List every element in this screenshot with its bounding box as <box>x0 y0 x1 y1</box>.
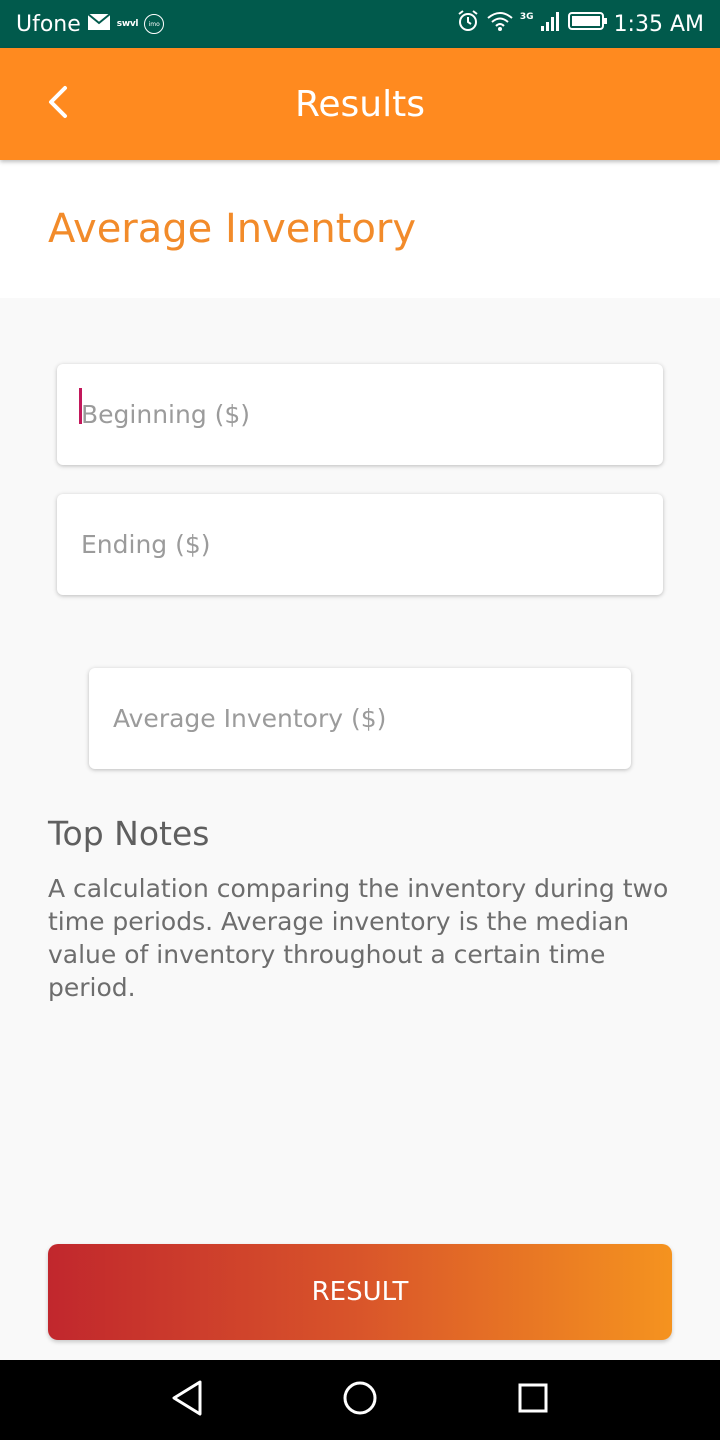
page-title: Average Inventory <box>48 206 417 252</box>
notes-title: Top Notes <box>48 814 210 853</box>
back-button[interactable] <box>34 78 82 130</box>
beginning-field[interactable] <box>57 364 663 465</box>
ending-field[interactable] <box>57 494 663 595</box>
nav-home-button[interactable] <box>330 1370 390 1430</box>
notes-body: A calculation comparing the inventory du… <box>48 874 669 1002</box>
status-left: Ufone swvl imo <box>16 11 165 37</box>
result-button[interactable]: RESULT <box>48 1244 672 1340</box>
app-bar: Results <box>0 48 720 160</box>
text-cursor <box>79 388 82 424</box>
chevron-left-icon <box>46 84 70 124</box>
status-bar: Ufone swvl imo 3G 1:35 AM <box>0 0 720 48</box>
signal-icon <box>540 10 562 38</box>
battery-icon <box>567 10 608 38</box>
alarm-icon <box>456 9 480 39</box>
clock-time: 1:35 AM <box>613 11 704 37</box>
status-right: 3G 1:35 AM <box>456 9 704 39</box>
imo-icon: imo <box>144 14 165 34</box>
nav-recents-button[interactable] <box>503 1370 563 1430</box>
wifi-icon <box>486 10 514 38</box>
recents-square-icon <box>516 1381 550 1419</box>
average-inventory-output[interactable] <box>89 668 631 769</box>
app-bar-title: Results <box>295 83 425 125</box>
average-inventory-field[interactable] <box>89 668 631 769</box>
mail-icon <box>87 12 111 37</box>
system-nav-bar <box>0 1360 720 1440</box>
network-type: 3G <box>519 12 534 22</box>
back-triangle-icon <box>170 1379 204 1421</box>
carrier-name: Ufone <box>16 11 81 37</box>
home-circle-icon <box>341 1379 379 1421</box>
nav-back-button[interactable] <box>157 1370 217 1430</box>
swvl-notification-icon: swvl <box>116 19 139 29</box>
section-header: Average Inventory <box>0 160 720 298</box>
beginning-input[interactable] <box>57 364 663 465</box>
ending-input[interactable] <box>57 494 663 595</box>
